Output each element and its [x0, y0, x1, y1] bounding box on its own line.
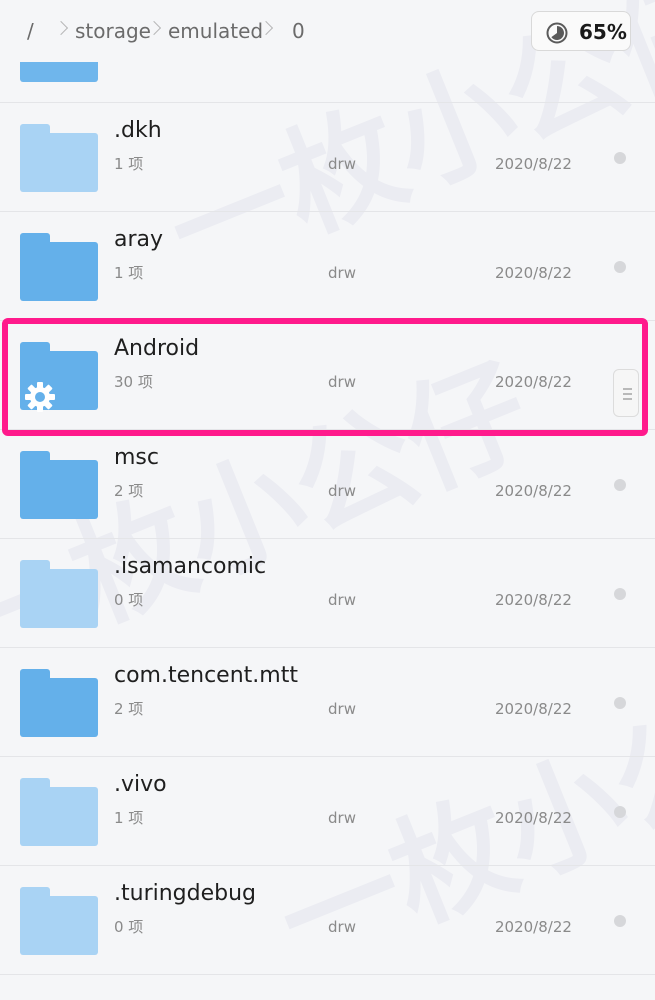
folder-permissions: drw [328, 155, 356, 173]
chevron-right-icon [53, 20, 69, 36]
scrollbar-thumb[interactable] [613, 369, 639, 417]
pie-chart-icon [546, 22, 568, 44]
folder-item-count: 30 项 [114, 373, 153, 391]
folder-permissions: drw [328, 373, 356, 391]
folder-row[interactable]: com.tencent.mtt 2 项 drw 2020/8/22 [0, 648, 655, 757]
folder-permissions: drw [328, 264, 356, 282]
folder-date: 2020/8/22 [495, 482, 572, 500]
folder-icon [20, 233, 98, 301]
folder-icon [20, 778, 98, 846]
folder-item-count: 0 项 [114, 918, 144, 936]
folder-permissions: drw [328, 918, 356, 936]
folder-item-count: 1 项 [114, 809, 144, 827]
folder-permissions: drw [328, 482, 356, 500]
folder-name: .isamancomic [114, 554, 267, 579]
storage-usage-button[interactable]: 65% [531, 11, 631, 51]
select-dot[interactable] [614, 697, 626, 709]
select-dot[interactable] [614, 806, 626, 818]
folder-item-count: 2 项 [114, 482, 144, 500]
select-dot[interactable] [614, 152, 626, 164]
select-dot[interactable] [614, 479, 626, 491]
folder-date: 2020/8/22 [495, 155, 572, 173]
folder-date: 2020/8/22 [495, 373, 572, 391]
breadcrumb-item-storage[interactable]: storage [75, 17, 151, 45]
folder-name: com.tencent.mtt [114, 663, 298, 688]
folder-name: .dkh [114, 118, 162, 143]
settings-gear-icon [25, 382, 55, 412]
folder-item-count: 1 项 [114, 264, 144, 282]
folder-icon [20, 887, 98, 955]
folder-row[interactable]: .dkh 1 项 drw 2020/8/22 [0, 103, 655, 212]
folder-name: .turingdebug [114, 881, 257, 906]
folder-row[interactable]: aray 1 项 drw 2020/8/22 [0, 212, 655, 321]
folder-icon [20, 124, 98, 192]
select-dot[interactable] [614, 915, 626, 927]
folder-date: 2020/8/22 [495, 809, 572, 827]
folder-icon [20, 669, 98, 737]
folder-name: .vivo [114, 772, 167, 797]
folder-date: 2020/8/22 [495, 264, 572, 282]
folder-row[interactable]: Android 30 项 drw 2020/8/22 [0, 321, 655, 430]
breadcrumb-item-emulated[interactable]: emulated [168, 17, 263, 45]
folder-row[interactable]: .isamancomic 0 项 drw 2020/8/22 [0, 539, 655, 648]
folder-item-count: 0 项 [114, 591, 144, 609]
folder-permissions: drw [328, 591, 356, 609]
folder-date: 2020/8/22 [495, 918, 572, 936]
folder-row[interactable]: msc 2 项 drw 2020/8/22 [0, 430, 655, 539]
folder-icon [20, 560, 98, 628]
folder-icon [20, 451, 98, 519]
storage-percent: 65% [579, 20, 627, 44]
folder-item-count: 1 项 [114, 155, 144, 173]
breadcrumb-root[interactable]: / [27, 17, 34, 45]
folder-row[interactable]: .vivo 1 项 drw 2020/8/22 [0, 757, 655, 866]
folder-permissions: drw [328, 809, 356, 827]
folder-name: msc [114, 445, 159, 470]
folder-name: aray [114, 227, 164, 252]
select-dot[interactable] [614, 261, 626, 273]
divider [0, 974, 655, 975]
folder-item-count: 2 项 [114, 700, 144, 718]
breadcrumb-item-0[interactable]: 0 [292, 17, 305, 45]
folder-row[interactable]: .turingdebug 0 项 drw 2020/8/22 [0, 866, 655, 975]
breadcrumb-bar: / storage emulated 0 65% [0, 0, 655, 60]
folder-date: 2020/8/22 [495, 591, 572, 609]
folder-icon[interactable] [20, 62, 98, 82]
folder-permissions: drw [328, 700, 356, 718]
folder-date: 2020/8/22 [495, 700, 572, 718]
folder-name: Android [114, 336, 200, 361]
select-dot[interactable] [614, 588, 626, 600]
